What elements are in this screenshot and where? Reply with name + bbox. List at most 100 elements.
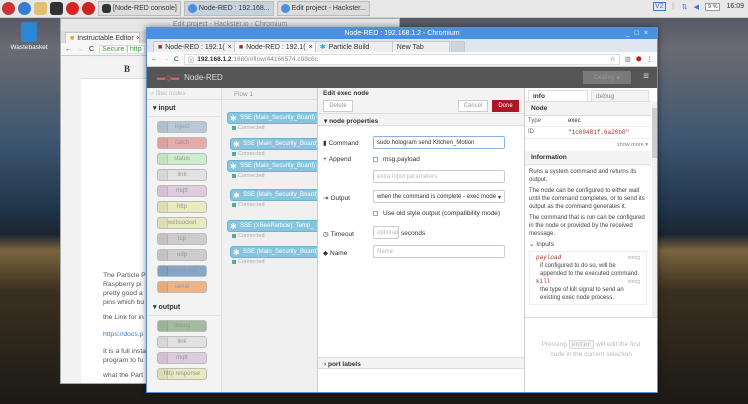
flow-node-sse[interactable]: ✱ SSE (Main_Security_Board) [227, 112, 322, 124]
file-manager-icon[interactable] [34, 2, 47, 15]
filter-nodes-input[interactable]: ⌕ filter nodes [147, 88, 221, 100]
tab-particle-build[interactable]: ✱ Particle Build [314, 41, 395, 52]
palette-node-link[interactable]: link [157, 336, 207, 348]
palette-node-http[interactable]: http [157, 201, 207, 213]
tab-nodered-2[interactable]: ■ Node-RED : 192.1(× [233, 41, 318, 52]
address-bar[interactable]: Secure | http [99, 44, 145, 54]
flow-node-sse[interactable]: ✱ SSE (Main_Security_Board) [230, 246, 325, 258]
volume-icon[interactable]: ◀ [694, 3, 699, 11]
back-icon[interactable]: ← [151, 56, 158, 63]
bold-button[interactable]: B [124, 64, 130, 74]
sse-icon: ✱ [233, 247, 240, 257]
task-hackster-browser[interactable]: Edit project - Hackster... [276, 1, 370, 16]
inputs-toggle[interactable]: ⌄ Inputs [525, 241, 651, 249]
done-button[interactable]: Done [492, 100, 519, 112]
shield-extension-icon[interactable]: ⬢ [636, 55, 642, 63]
sidebar-scrollbar[interactable] [652, 102, 657, 317]
forward-icon[interactable]: → [77, 46, 84, 53]
extra-parameters-input[interactable]: extra input parameters [373, 170, 505, 183]
flow-node-label: SSE (Main_Security_Board) [243, 141, 319, 147]
clock-icon: ◷ [323, 231, 329, 238]
tab-new-tab[interactable]: New Tab [391, 41, 450, 52]
output-select[interactable]: when the command is complete - exec mode… [373, 190, 505, 203]
palette-node-debug[interactable]: debug [157, 320, 207, 332]
mathematica-icon[interactable] [82, 2, 95, 15]
tab-info[interactable]: info [528, 90, 588, 101]
palette-node-mqtt[interactable]: mqtt [157, 185, 207, 197]
tab-instructable-editor[interactable]: ■Instructable Editor× [65, 32, 140, 43]
category-output[interactable]: ▾ output [147, 299, 221, 316]
window-controls[interactable]: _□× [626, 28, 653, 39]
palette-node-inject[interactable]: inject [157, 121, 207, 133]
flow-node-label: SSE (Main_Security_Board) [243, 192, 319, 198]
bluetooth-icon[interactable]: ᛒ [672, 3, 676, 10]
palette-node-websocket[interactable]: websocket [157, 217, 207, 229]
reload-icon[interactable]: C [174, 56, 179, 63]
flow-node-sse[interactable]: ✱ SSE (Main_Security_Board) [230, 138, 325, 150]
hamburger-menu-icon[interactable]: ≡ [643, 72, 649, 82]
close-icon[interactable]: × [309, 44, 313, 51]
flow-node-sse[interactable]: ✱ SSE (Main_Security_Board) [227, 160, 322, 172]
command-input[interactable]: sudo hologram send Kitchen_Motion [373, 136, 505, 149]
timeout-label: Timeout [330, 230, 354, 238]
bookmark-star-icon[interactable]: ☆ [610, 55, 616, 63]
task-nodered-browser[interactable]: Node-RED : 192.168... [183, 1, 274, 16]
palette-node-serial[interactable]: serial [157, 281, 207, 293]
output-selected-value: when the command is complete - exec mode [377, 194, 497, 200]
palette-node-watson-iot[interactable]: Watson IoT [157, 265, 207, 277]
info-sidebar: info debug Node Type exec ID "1c69481f.6a2… [525, 88, 657, 392]
tab-label: debug [596, 93, 615, 100]
flow-node-sse[interactable]: ✱ SSE (XBeeParticle): Temp_ [227, 220, 322, 232]
flow-workspace[interactable]: Flow 1 ✱ SSE (Main_Security_Board) Connect… [222, 88, 325, 392]
chrome-menu-icon[interactable]: ⋮ [647, 55, 654, 63]
palette-node-status[interactable]: status [157, 153, 207, 165]
close-icon[interactable]: × [137, 35, 139, 42]
address-bar[interactable]: ⓘ 192.168.1.2:1880/#flow/44166574.c08c6c ☆ [183, 53, 620, 65]
task-nodered-console[interactable]: [Node-RED console] [98, 1, 181, 16]
paragraph-text: pins which bu [103, 299, 145, 306]
wolfram-icon[interactable] [66, 2, 79, 15]
palette-node-http-response[interactable]: http response [157, 368, 207, 380]
terminal-icon[interactable] [50, 2, 63, 15]
delete-button[interactable]: Delete [323, 100, 353, 112]
timeout-input[interactable]: optional [373, 226, 399, 239]
reload-icon[interactable]: C [89, 46, 94, 53]
docs-link[interactable]: https://docs.p [103, 330, 143, 339]
tab-nodered-1[interactable]: ■ Node-RED : 192.1(× [153, 41, 237, 52]
flow-node-sse[interactable]: ✱ SSE (Main_Security_Board) [230, 189, 325, 201]
back-icon[interactable]: ← [65, 46, 72, 53]
category-input[interactable]: ▾ input [147, 100, 221, 117]
palette-node-tcp[interactable]: tcp [157, 233, 207, 245]
new-tab-button[interactable] [450, 41, 465, 52]
vnc-icon[interactable]: V2 [652, 2, 666, 11]
node-properties-section[interactable]: ▾ node properties [318, 114, 524, 126]
tab-flow-1[interactable]: Flow 1 [222, 88, 317, 100]
flow-tab-label: Flow 1 [234, 91, 254, 98]
palette-node-link[interactable]: link [157, 169, 207, 181]
node-icon [158, 369, 168, 379]
palette-node-mqtt[interactable]: mqtt [157, 352, 207, 364]
close-icon[interactable]: × [228, 44, 232, 51]
desktop-trash[interactable]: Wastebasket [4, 22, 54, 51]
enter-key: enter [568, 340, 595, 349]
append-payload-checkbox[interactable] [373, 157, 378, 162]
raspberry-menu-icon[interactable] [2, 2, 15, 15]
show-more-link[interactable]: show more ▾ [525, 139, 651, 151]
network-icon[interactable]: ⇅ [682, 3, 688, 11]
tab-label: Particle Build [328, 43, 370, 51]
old-style-checkbox[interactable] [373, 211, 378, 216]
cancel-button[interactable]: Cancel [458, 100, 488, 112]
forward-icon[interactable]: → [163, 56, 170, 63]
clock[interactable]: 16:09 [726, 3, 744, 10]
name-input[interactable]: Name [373, 245, 505, 258]
palette-node-udp[interactable]: udp [157, 249, 207, 261]
node-icon [158, 337, 168, 347]
port-labels-section[interactable]: › port labels [318, 357, 524, 369]
deploy-button[interactable]: Deploy ▾ [583, 71, 631, 84]
extension-icon[interactable]: ▥ [625, 55, 631, 63]
status-text: Connected [238, 125, 265, 131]
secure-label: Secure [102, 45, 125, 53]
tab-debug[interactable]: debug [591, 90, 649, 101]
palette-node-catch[interactable]: catch [157, 137, 207, 149]
browser-icon[interactable] [18, 2, 31, 15]
